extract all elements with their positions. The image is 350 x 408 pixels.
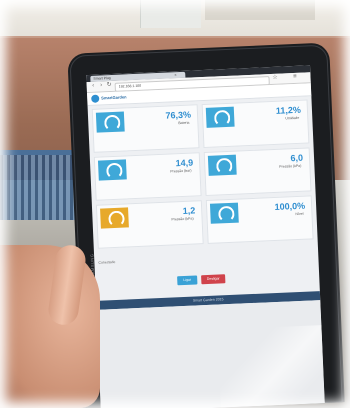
sensor-card[interactable]: 11,2% Umidade — [201, 99, 310, 149]
menu-icon[interactable]: ≡ — [291, 74, 298, 81]
sensor-detail — [239, 176, 263, 177]
sensor-details — [207, 127, 304, 145]
sensor-value: 6,0 — [290, 152, 304, 164]
sensor-detail — [159, 180, 183, 181]
sensor-icon — [207, 154, 237, 176]
sensor-detail — [99, 183, 123, 184]
sensor-details — [101, 227, 198, 245]
sensor-card[interactable]: 76,3% Bateria — [91, 104, 200, 153]
sensor-icon — [100, 207, 129, 229]
app-title: SmartGarden — [101, 94, 127, 101]
back-icon[interactable]: ‹ — [90, 83, 97, 90]
sensor-details — [97, 131, 194, 149]
screen-glare — [217, 324, 325, 408]
sensor-detail — [101, 231, 125, 232]
sensor-icon — [205, 106, 235, 128]
sensor-label: Pressão (kPa) — [279, 163, 302, 169]
gauge-icon — [108, 210, 125, 228]
sensor-card[interactable]: 14,9 Pressão (bar) — [93, 152, 202, 201]
sensor-detail — [207, 130, 231, 131]
sensor-label: Nível — [295, 211, 304, 217]
sensor-label: Pressão (kPa) — [171, 216, 194, 222]
gauge-icon — [106, 162, 123, 180]
sensor-icon — [97, 159, 127, 181]
sensor-value: 76,3% — [165, 109, 192, 121]
sensor-label: Umidade — [285, 115, 300, 121]
sensor-icon — [209, 202, 239, 224]
sensor-details — [209, 175, 306, 193]
sensor-detail — [241, 224, 265, 225]
sensor-detail — [209, 178, 233, 179]
sensor-icon — [95, 111, 125, 133]
gauge-icon — [103, 114, 121, 132]
hand — [0, 245, 100, 408]
background-building — [140, 0, 201, 28]
sensor-detail — [157, 132, 181, 133]
browser-tab-title: Smart Plug — [93, 76, 111, 81]
gauge-icon — [215, 157, 233, 175]
sensor-label: Bateria — [178, 120, 190, 126]
sensor-card[interactable]: 100,0% Nível — [205, 195, 314, 244]
gauge-icon — [218, 205, 235, 223]
sensor-detail — [237, 129, 261, 130]
star-icon[interactable]: ☆ — [271, 75, 278, 82]
off-button[interactable]: Desligar — [201, 274, 226, 285]
on-button[interactable]: Ligar — [177, 275, 198, 286]
sensor-card[interactable]: 6,0 Pressão (kPa) — [203, 147, 312, 196]
sensor-details — [211, 223, 308, 241]
sensor-detail — [131, 229, 155, 230]
sensor-label: Pressão (bar) — [170, 168, 192, 174]
sensor-details — [99, 179, 196, 197]
sensor-value: 11,2% — [275, 104, 302, 116]
sensor-card[interactable]: 1,2 Pressão (kPa) — [95, 200, 204, 249]
tablet-screen: Smart Plug × ‹ › ↻ 192.168.1.100 ☆ ≡ Sma… — [86, 65, 325, 408]
forward-icon[interactable]: › — [98, 82, 105, 89]
sensor-detail — [129, 181, 153, 182]
sensor-detail — [269, 175, 293, 176]
sensor-detail — [97, 135, 121, 136]
tablet: SAMSUNG Smart Plug × ‹ › ↻ 192.168.1.100… — [67, 42, 345, 408]
sensor-detail — [271, 223, 295, 224]
gauge-icon — [213, 109, 231, 127]
sensor-detail — [211, 226, 235, 227]
sensor-detail — [127, 133, 151, 134]
sensor-value: 100,0% — [274, 200, 306, 212]
reload-icon[interactable]: ↻ — [106, 82, 113, 89]
sensor-value: 14,9 — [175, 157, 194, 169]
status-text: Conectado — [98, 259, 116, 265]
sensor-detail — [161, 228, 185, 229]
sensor-detail — [267, 127, 291, 128]
sensor-value: 1,2 — [182, 205, 196, 216]
logo-icon — [91, 94, 100, 103]
action-buttons: Ligar Desligar — [95, 270, 319, 290]
background-building — [205, 0, 315, 20]
photo-scene: SAMSUNG Smart Plug × ‹ › ↻ 192.168.1.100… — [0, 0, 350, 408]
